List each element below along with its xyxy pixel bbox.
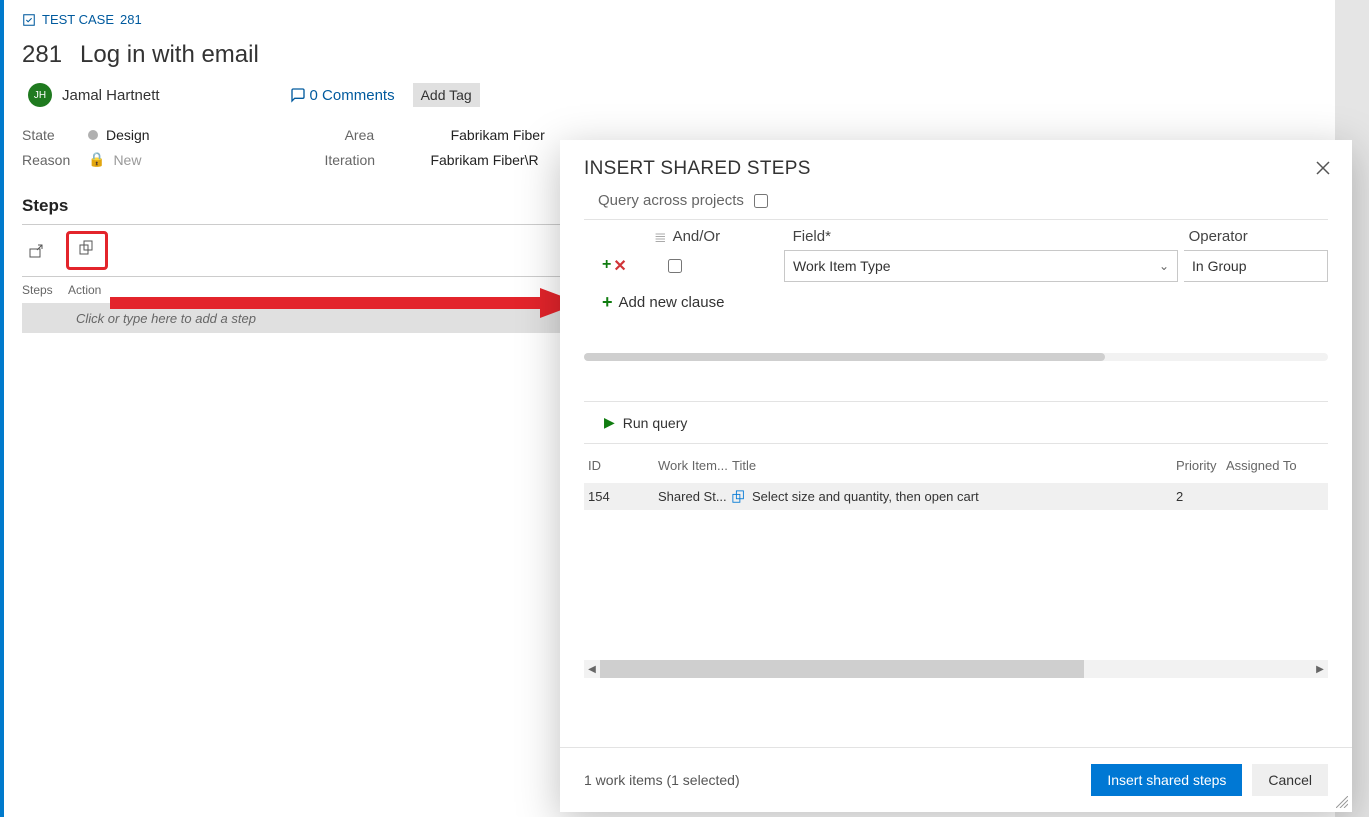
area-value[interactable]: Fabrikam Fiber bbox=[451, 127, 545, 143]
operator-value: In Group bbox=[1192, 258, 1246, 274]
breadcrumb-type: TEST CASE bbox=[42, 12, 114, 27]
query-across-checkbox[interactable] bbox=[754, 194, 768, 208]
col-priority: Priority bbox=[1176, 458, 1226, 473]
insert-step-icon bbox=[28, 243, 44, 259]
shared-steps-item-icon bbox=[732, 490, 746, 504]
cancel-button[interactable]: Cancel bbox=[1252, 764, 1328, 796]
play-icon: ▶ bbox=[604, 414, 615, 431]
add-clause-icon[interactable]: + bbox=[602, 256, 611, 276]
resize-grip-icon[interactable] bbox=[1336, 796, 1348, 808]
col-title: Title bbox=[732, 458, 1176, 473]
shared-steps-icon bbox=[79, 240, 95, 256]
header-operator: Operator bbox=[1189, 228, 1328, 246]
scroll-left-icon[interactable]: ◀ bbox=[584, 664, 600, 675]
state-label: State bbox=[22, 127, 80, 143]
add-new-clause-button[interactable]: + Add new clause bbox=[584, 292, 1328, 313]
query-across-projects-row: Query across projects bbox=[584, 188, 1328, 220]
col-id: ID bbox=[588, 458, 658, 473]
col-action: Action bbox=[68, 283, 101, 297]
close-icon bbox=[1316, 161, 1330, 175]
reason-value[interactable]: New bbox=[113, 152, 141, 168]
comments-link[interactable]: 0 Comments bbox=[290, 87, 395, 104]
state-value[interactable]: Design bbox=[106, 127, 150, 143]
operator-dropdown[interactable]: In Group bbox=[1184, 250, 1328, 282]
clause-checkbox[interactable] bbox=[668, 259, 682, 273]
field-value: Work Item Type bbox=[793, 258, 891, 274]
result-wit: Shared St... bbox=[658, 489, 732, 504]
iteration-label: Iteration bbox=[324, 152, 382, 168]
result-id: 154 bbox=[588, 489, 658, 504]
dialog-footer: 1 work items (1 selected) Insert shared … bbox=[560, 747, 1352, 812]
run-query-button[interactable]: ▶ Run query bbox=[584, 401, 1328, 444]
workitem-id: 281 bbox=[22, 41, 62, 69]
reason-label: Reason bbox=[22, 152, 80, 168]
col-steps: Steps bbox=[22, 283, 58, 297]
remove-clause-icon[interactable]: ✕ bbox=[613, 256, 626, 276]
insert-shared-steps-button[interactable] bbox=[66, 231, 108, 270]
result-priority: 2 bbox=[1176, 489, 1226, 504]
comment-icon bbox=[290, 87, 306, 103]
col-workitem-type: Work Item... bbox=[658, 458, 732, 473]
query-across-label: Query across projects bbox=[598, 192, 744, 209]
footer-status: 1 work items (1 selected) bbox=[584, 772, 740, 788]
plus-icon: + bbox=[602, 292, 613, 313]
insert-step-button[interactable] bbox=[26, 241, 46, 261]
comments-count: 0 Comments bbox=[310, 87, 395, 104]
dialog-title: INSERT SHARED STEPS bbox=[584, 158, 811, 180]
clause-row: + ✕ Work Item Type ⌄ In Group bbox=[584, 246, 1328, 292]
iteration-value[interactable]: Fabrikam Fiber\R bbox=[430, 152, 538, 168]
results-scrollbar[interactable]: ◀ ▶ bbox=[584, 660, 1328, 678]
testcase-icon bbox=[22, 13, 36, 27]
workitem-title[interactable]: Log in with email bbox=[80, 41, 259, 69]
clause-scrollbar[interactable] bbox=[584, 353, 1328, 361]
breadcrumb[interactable]: TEST CASE 281 bbox=[22, 12, 1311, 27]
list-icon: ≣ bbox=[654, 228, 667, 246]
owner-row: JH Jamal Hartnett 0 Comments Add Tag bbox=[22, 83, 1311, 107]
add-tag-button[interactable]: Add Tag bbox=[413, 83, 480, 107]
title-row: 281 Log in with email bbox=[22, 41, 1311, 69]
annotation-arrow bbox=[110, 288, 580, 318]
breadcrumb-id: 281 bbox=[120, 12, 142, 27]
col-assigned-to: Assigned To bbox=[1226, 458, 1324, 473]
run-query-label: Run query bbox=[623, 415, 688, 431]
results-header: ID Work Item... Title Priority Assigned … bbox=[584, 444, 1328, 483]
close-button[interactable] bbox=[1316, 159, 1330, 180]
chevron-down-icon: ⌄ bbox=[1159, 259, 1169, 273]
header-andor: And/Or bbox=[673, 228, 793, 246]
avatar[interactable]: JH bbox=[28, 83, 52, 107]
result-row[interactable]: 154 Shared St... Select size and quantit… bbox=[584, 483, 1328, 510]
insert-shared-steps-submit-button[interactable]: Insert shared steps bbox=[1091, 764, 1242, 796]
owner-name[interactable]: Jamal Hartnett bbox=[62, 87, 160, 104]
add-clause-label: Add new clause bbox=[619, 294, 725, 311]
result-title: Select size and quantity, then open cart bbox=[752, 489, 979, 504]
insert-shared-steps-dialog: INSERT SHARED STEPS Query across project… bbox=[560, 140, 1352, 812]
area-label: Area bbox=[345, 127, 403, 143]
scroll-right-icon[interactable]: ▶ bbox=[1312, 664, 1328, 675]
field-dropdown[interactable]: Work Item Type ⌄ bbox=[784, 250, 1178, 282]
state-dot-icon bbox=[88, 130, 98, 140]
header-field: Field* bbox=[793, 228, 1189, 246]
clause-headers: ≣ And/Or Field* Operator bbox=[584, 228, 1328, 246]
lock-icon: 🔒 bbox=[88, 151, 105, 168]
